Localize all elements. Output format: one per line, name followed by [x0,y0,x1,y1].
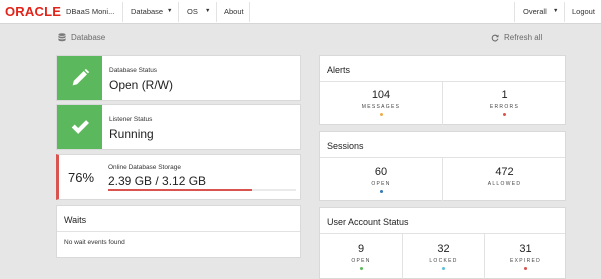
accounts-open-metric[interactable]: 9 OPEN [320,243,402,270]
accounts-expired-metric[interactable]: 31 EXPIRED [485,243,566,270]
nav-overall-menu[interactable]: Overall [523,7,547,16]
nav-os-menu[interactable]: OS [187,7,198,16]
alerts-messages-metric[interactable]: 104 MESSAGES [320,89,442,116]
metric-value: 472 [495,166,514,178]
logout-link[interactable]: Logout [572,7,595,16]
database-status-card: Database Status Open (R/W) [56,55,301,101]
nav-divider [564,2,565,22]
chevron-down-icon[interactable]: ▼ [205,8,210,14]
metric-value: 31 [519,243,532,255]
refresh-icon [491,34,499,41]
nav-divider [216,2,217,22]
status-dot [503,113,506,116]
listener-status-card: Listener Status Running [56,104,301,150]
sessions-panel: Sessions 60 OPEN 472 ALLOWED [319,131,566,201]
nav-divider [122,2,123,22]
panel-divider [57,231,300,232]
breadcrumb-label: Database [71,33,106,42]
storage-percent: 76% [68,170,95,185]
pencil-icon [72,68,89,86]
app-title[interactable]: DBaaS Moni... [66,7,114,16]
nav-divider [249,2,250,22]
metric-value: 104 [371,89,391,101]
storage-progress-bar [108,189,296,191]
sessions-title: Sessions [327,141,364,151]
checkmark-icon [71,120,89,134]
accounts-locked-metric[interactable]: 32 LOCKED [403,243,484,270]
nav-divider [178,2,179,22]
nav-divider [514,2,515,22]
refresh-all-label: Refresh all [504,33,543,42]
waits-title: Waits [64,215,87,225]
user-account-status-panel: User Account Status 9 OPEN 32 LOCKED 31 … [319,207,566,279]
metric-caption: MESSAGES [361,104,401,110]
metric-caption: OPEN [351,258,371,264]
storage-progress-fill [108,189,252,191]
nav-about-link[interactable]: About [224,7,244,16]
waits-panel: Waits No wait events found [56,205,301,258]
user-account-status-title: User Account Status [327,217,409,227]
sessions-allowed-metric[interactable]: 472 ALLOWED [443,166,566,187]
status-dot [442,267,445,270]
database-icon [58,33,66,42]
listener-status-value: Running [109,127,154,141]
metric-caption: EXPIRED [509,258,542,264]
nav-database-menu[interactable]: Database [131,7,163,16]
status-dot [359,267,363,270]
chevron-down-icon[interactable]: ▼ [553,8,558,14]
online-storage-card: 76% Online Database Storage 2.39 GB / 3.… [56,154,301,200]
status-dot [379,113,383,116]
status-dot [524,267,527,270]
breadcrumb[interactable]: Database [58,33,105,42]
alerts-errors-metric[interactable]: 1 ERRORS [443,89,566,116]
oracle-logo[interactable]: ORACLE [5,5,61,19]
metric-value: 32 [437,243,450,255]
metric-caption: OPEN [371,181,391,187]
metric-caption: LOCKED [429,258,458,264]
storage-label: Online Database Storage [108,164,181,171]
database-status-tile [57,56,102,100]
alerts-panel: Alerts 104 MESSAGES 1 ERRORS [319,55,566,125]
database-status-label: Database Status [109,67,158,74]
refresh-all-button[interactable]: Refresh all [491,33,542,42]
metric-value: 1 [501,89,508,101]
sessions-open-metric[interactable]: 60 OPEN [320,166,442,193]
metric-caption: ERRORS [489,104,520,110]
database-status-value: Open (R/W) [109,78,174,92]
metric-value: 60 [374,166,388,178]
metric-value: 9 [357,243,365,255]
panel-divider [320,233,565,234]
listener-status-label: Listener Status [109,116,153,123]
chevron-down-icon[interactable]: ▼ [167,8,172,14]
alerts-title: Alerts [327,65,351,75]
status-dot [379,190,383,193]
waits-empty-message: No wait events found [64,239,125,246]
listener-status-tile [57,105,102,149]
storage-value: 2.39 GB / 3.12 GB [108,174,207,188]
metric-caption: ALLOWED [487,181,522,187]
top-navbar: ORACLE DBaaS Moni... Database ▼ OS ▼ Abo… [0,0,601,24]
